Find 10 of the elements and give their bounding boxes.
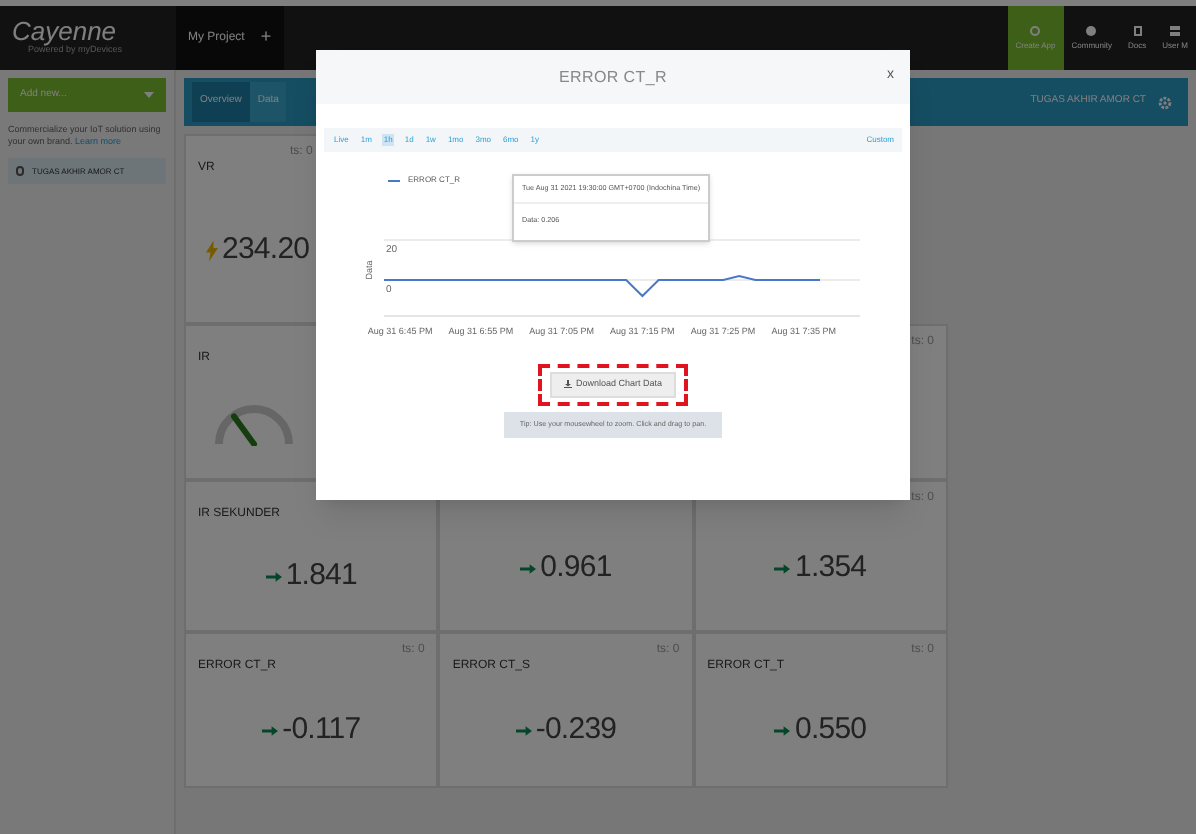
tile-value: 234.20 bbox=[222, 229, 310, 270]
logo: Cayenne bbox=[12, 18, 117, 45]
add-tab-button[interactable]: + bbox=[260, 24, 272, 52]
tile-value: 1.354 bbox=[794, 547, 867, 588]
dialog-title: ERROR CT_R bbox=[558, 65, 667, 89]
tile-value: 0.961 bbox=[540, 547, 612, 588]
tile-value: 1.841 bbox=[285, 556, 357, 597]
tile-value: -0.117 bbox=[282, 710, 361, 751]
tile-value: 0.550 bbox=[794, 710, 867, 751]
tile-value: -0.239 bbox=[535, 710, 617, 751]
